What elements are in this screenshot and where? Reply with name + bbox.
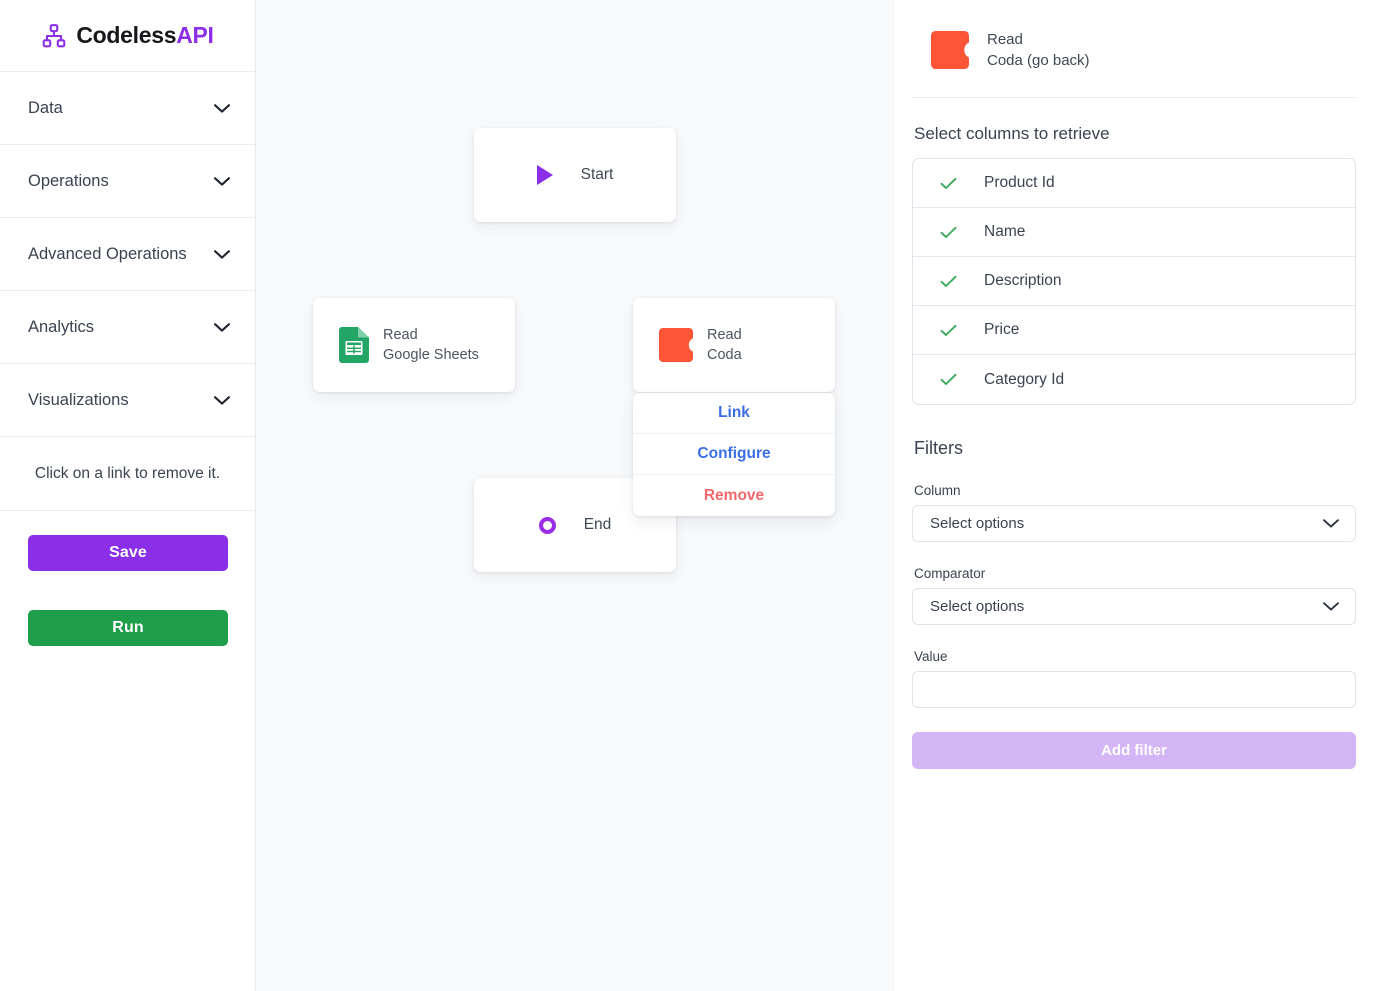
play-icon	[536, 165, 553, 185]
workflow-canvas[interactable]: Start Read Google Sheets Read Coda End L…	[256, 0, 895, 991]
sidebar-item-label: Visualizations	[28, 390, 129, 409]
run-button[interactable]: Run	[28, 610, 228, 646]
chevron-down-icon	[1323, 602, 1339, 611]
chevron-down-icon	[213, 395, 231, 405]
node-read-google-sheets-text: Read Google Sheets	[383, 325, 479, 365]
sidebar-item-label: Operations	[28, 171, 109, 190]
sidebar-item-advanced-operations[interactable]: Advanced Operations	[0, 218, 255, 291]
sitemap-icon	[43, 23, 66, 47]
check-icon	[940, 226, 957, 238]
context-menu-item-link[interactable]: Link	[633, 393, 835, 434]
chevron-down-icon	[213, 103, 231, 113]
columns-list: Product Id Name Description Price Catego…	[912, 158, 1356, 405]
node-subtitle: Coda	[707, 347, 742, 363]
check-icon	[940, 275, 957, 287]
panel-header-line1: Read	[987, 31, 1023, 48]
column-label: Price	[984, 321, 1020, 338]
column-row-name[interactable]: Name	[913, 208, 1355, 257]
brand-logo-block[interactable]: CodelessAPI	[0, 0, 255, 72]
google-sheets-icon	[339, 327, 369, 363]
node-title: Read	[707, 327, 742, 343]
link-remove-hint: Click on a link to remove it.	[0, 437, 255, 511]
node-start[interactable]: Start	[474, 128, 676, 222]
filter-value-label: Value	[914, 649, 948, 664]
node-read-google-sheets[interactable]: Read Google Sheets	[313, 298, 515, 392]
panel-header: Read Coda (go back)	[912, 0, 1356, 98]
column-label: Description	[984, 272, 1062, 289]
column-row-price[interactable]: Price	[913, 306, 1355, 355]
node-start-label: Start	[580, 166, 614, 183]
sidebar-item-label: Advanced Operations	[28, 244, 187, 263]
chevron-down-icon	[213, 322, 231, 332]
node-read-coda[interactable]: Read Coda	[633, 298, 835, 392]
check-icon	[940, 177, 957, 189]
node-end-content: End	[538, 516, 612, 534]
node-title: Read	[383, 327, 418, 343]
column-label: Name	[984, 223, 1026, 240]
chevron-down-icon	[213, 176, 231, 186]
coda-icon	[659, 328, 693, 362]
add-filter-button[interactable]: Add filter	[912, 732, 1356, 769]
node-end-label: End	[583, 516, 612, 533]
chevron-down-icon	[213, 249, 231, 259]
chevron-down-icon	[1323, 519, 1339, 528]
column-row-product-id[interactable]: Product Id	[913, 159, 1355, 208]
sidebar-item-label: Analytics	[28, 317, 95, 336]
node-read-coda-content: Read Coda	[659, 325, 742, 365]
columns-section-title: Select columns to retrieve	[914, 124, 1110, 143]
filter-comparator-label: Comparator	[914, 566, 986, 581]
sidebar: CodelessAPI Data Operations Advanced Ope…	[0, 0, 256, 991]
config-panel: Read Coda (go back) Select columns to re…	[895, 0, 1376, 991]
node-context-menu: Link Configure Remove	[633, 393, 835, 516]
context-menu-item-remove[interactable]: Remove	[633, 475, 835, 516]
brand-name-accent: API	[176, 22, 214, 48]
check-icon	[940, 373, 957, 385]
panel-header-text: Read Coda (go back)	[987, 29, 1090, 71]
sidebar-item-label: Data	[28, 98, 63, 117]
filters-section-title: Filters	[914, 438, 963, 458]
filter-value-field[interactable]	[912, 671, 1356, 708]
brand-title: CodelessAPI	[76, 22, 214, 49]
sidebar-item-visualizations[interactable]: Visualizations	[0, 364, 255, 437]
sidebar-item-analytics[interactable]: Analytics	[0, 291, 255, 364]
node-read-coda-text: Read Coda	[707, 325, 742, 365]
coda-icon	[931, 31, 969, 69]
filter-column-value: Select options	[930, 515, 1025, 532]
brand-name-main: Codeless	[76, 22, 177, 48]
context-menu-item-configure[interactable]: Configure	[633, 434, 835, 475]
node-subtitle: Google Sheets	[383, 347, 479, 363]
sidebar-actions: Save Run	[0, 511, 255, 646]
filter-comparator-select[interactable]: Select options	[912, 588, 1356, 625]
filter-column-label: Column	[914, 483, 961, 498]
column-label: Category Id	[984, 370, 1065, 388]
column-row-category-id[interactable]: Category Id	[913, 355, 1355, 404]
sidebar-item-data[interactable]: Data	[0, 72, 255, 145]
check-icon	[940, 324, 957, 336]
sidebar-item-operations[interactable]: Operations	[0, 145, 255, 218]
filter-column-select[interactable]: Select options	[912, 505, 1356, 542]
column-row-description[interactable]: Description	[913, 257, 1355, 306]
node-start-content: Start	[536, 165, 614, 185]
column-label: Product Id	[984, 174, 1055, 191]
circle-outline-icon	[538, 516, 556, 534]
panel-header-line2[interactable]: Coda (go back)	[987, 50, 1090, 71]
save-button[interactable]: Save	[28, 535, 228, 571]
filter-comparator-value: Select options	[930, 598, 1025, 615]
node-read-google-sheets-content: Read Google Sheets	[339, 325, 479, 365]
